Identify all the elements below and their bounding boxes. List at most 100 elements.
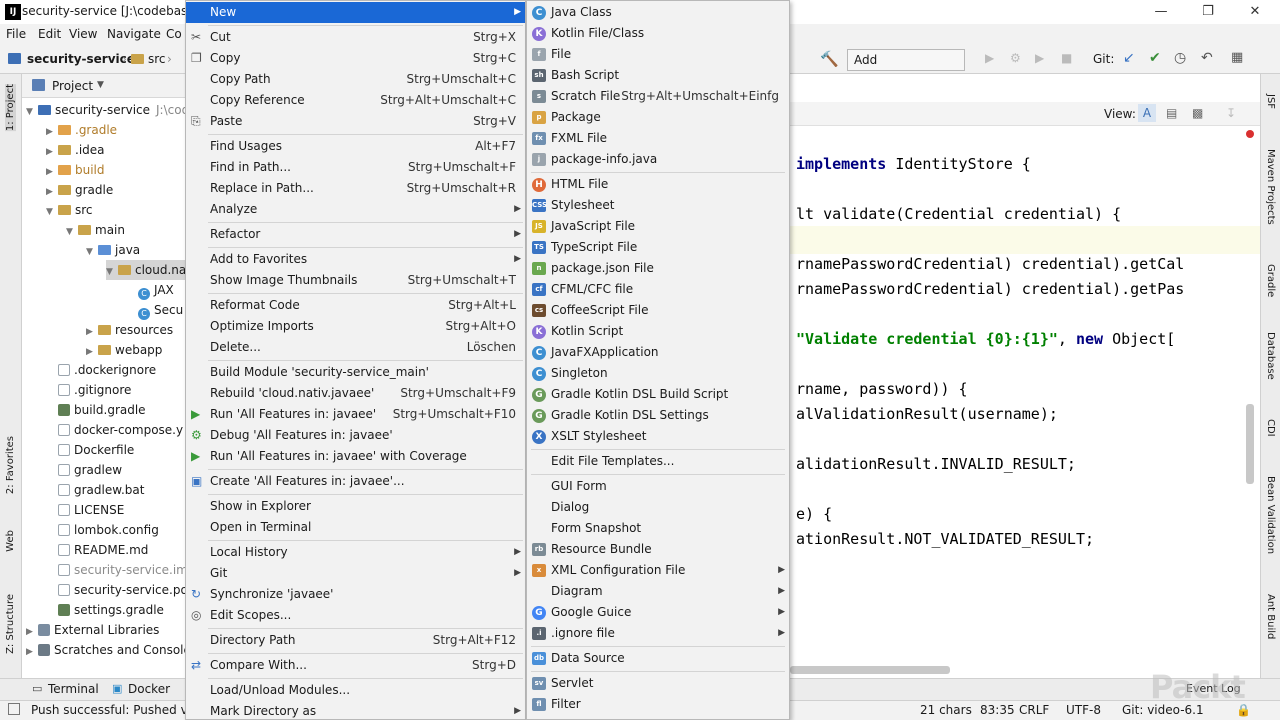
context-menu-item-build-module-security-service-main[interactable]: Build Module 'security-service_main' bbox=[186, 362, 525, 383]
context-menu-item-run-all-features-in-javaee[interactable]: ▶ Run 'All Features in: javaee' Strg+Umsch… bbox=[186, 404, 525, 425]
new-menu-item-kotlin-script[interactable]: K Kotlin Script bbox=[527, 321, 789, 342]
chevron-right-icon[interactable]: ▶ bbox=[86, 342, 98, 362]
context-menu-item-show-in-explorer[interactable]: Show in Explorer bbox=[186, 496, 525, 517]
chevron-right-icon[interactable]: ▶ bbox=[26, 622, 38, 642]
menu-code[interactable]: Co bbox=[166, 27, 182, 41]
project-tree-item-main[interactable]: ▼ main bbox=[66, 220, 125, 240]
context-menu-item-open-in-terminal[interactable]: Open in Terminal bbox=[186, 517, 525, 538]
bean-validation-tool-tab[interactable]: Bean Validation bbox=[1265, 476, 1276, 554]
new-menu-item-google-guice[interactable]: G Google Guice ▶ bbox=[527, 602, 789, 623]
breadcrumb-project[interactable]: security-service bbox=[27, 52, 135, 66]
minimize-icon[interactable]: — bbox=[1146, 2, 1176, 22]
context-menu-item-reformat-code[interactable]: Reformat Code Strg+Alt+L bbox=[186, 295, 525, 316]
git-history-icon[interactable]: ◷ bbox=[1174, 50, 1186, 66]
cdi-tool-tab[interactable]: CDI bbox=[1265, 419, 1276, 437]
chevron-right-icon[interactable]: ▶ bbox=[46, 182, 58, 202]
database-tool-tab[interactable]: Database bbox=[1265, 332, 1276, 380]
git-update-icon[interactable]: ↙ bbox=[1123, 50, 1135, 66]
context-menu-item-cut[interactable]: ✂ Cut Strg+X bbox=[186, 27, 525, 48]
context-menu-item-directory-path[interactable]: Directory Path Strg+Alt+F12 bbox=[186, 630, 525, 651]
chevron-down-icon[interactable]: ▼ bbox=[46, 202, 58, 222]
web-tool-tab[interactable]: Web bbox=[5, 530, 16, 552]
new-menu-item-ignore-file[interactable]: .i .ignore file ▶ bbox=[527, 623, 789, 644]
new-menu-item-form-snapshot[interactable]: Form Snapshot bbox=[527, 518, 789, 539]
close-icon[interactable]: ✕ bbox=[1240, 2, 1270, 22]
file-encoding[interactable]: UTF-8 bbox=[1066, 703, 1101, 717]
project-tree-item-external-libraries[interactable]: ▶ External Libraries bbox=[26, 620, 159, 640]
new-menu-item-javascript-file[interactable]: JS JavaScript File bbox=[527, 216, 789, 237]
project-tree-item-cloud-na[interactable]: ▼ cloud.na bbox=[106, 260, 185, 280]
chevron-right-icon[interactable]: ▶ bbox=[46, 142, 58, 162]
project-structure-icon[interactable]: ▦ bbox=[1231, 50, 1243, 65]
context-menu-item-analyze[interactable]: Analyze ▶ bbox=[186, 199, 525, 220]
add-configuration-button[interactable]: Add Configuration... bbox=[847, 49, 965, 87]
context-menu-item-run-all-features-in-javaee-with-coverage[interactable]: ▶ Run 'All Features in: javaee' with Cove… bbox=[186, 446, 525, 467]
context-menu-item-copy[interactable]: ❐ Copy Strg+C bbox=[186, 48, 525, 69]
project-tree-item-gradlew-bat[interactable]: gradlew.bat bbox=[46, 480, 144, 500]
project-tree-item-scratches-and-consoles[interactable]: ▶ Scratches and Consoles bbox=[26, 640, 185, 660]
project-tree-item-security-service[interactable]: ▼ security-service J:\cod bbox=[26, 100, 185, 120]
context-menu-item-replace-in-path[interactable]: Replace in Path... Strg+Umschalt+R bbox=[186, 178, 525, 199]
jsf-tool-tab[interactable]: JSF bbox=[1265, 94, 1276, 109]
view-text-icon[interactable]: A bbox=[1138, 104, 1156, 122]
chevron-right-icon[interactable]: ▶ bbox=[46, 122, 58, 142]
code-editor[interactable]: View: A ▤ ▩ ↧ implements IdentityStore {… bbox=[790, 74, 1260, 678]
project-tree-item-security-service-iml[interactable]: security-service.iml bbox=[46, 560, 185, 580]
new-menu-item-edit-file-templates[interactable]: Edit File Templates... bbox=[527, 451, 789, 472]
view-sync-icon[interactable]: ↧ bbox=[1226, 106, 1236, 120]
debug-icon[interactable]: ⚙ bbox=[1010, 51, 1021, 65]
run-icon[interactable]: ▶ bbox=[985, 51, 994, 65]
project-tree-item-dockerignore[interactable]: .dockerignore bbox=[46, 360, 156, 380]
menu-view[interactable]: View bbox=[69, 27, 97, 41]
coverage-icon[interactable]: ▶ bbox=[1035, 51, 1044, 65]
project-tree-item-secu[interactable]: C Secu bbox=[126, 300, 183, 320]
context-menu-item-optimize-imports[interactable]: Optimize Imports Strg+Alt+O bbox=[186, 316, 525, 337]
chevron-right-icon[interactable]: ▶ bbox=[46, 162, 58, 182]
project-tree-item-java[interactable]: ▼ java bbox=[86, 240, 140, 260]
context-menu-item-add-to-favorites[interactable]: Add to Favorites ▶ bbox=[186, 249, 525, 270]
project-tree-item-security-service-pos[interactable]: security-service.pos bbox=[46, 580, 185, 600]
breadcrumb-src[interactable]: src bbox=[148, 52, 166, 66]
new-menu-item-xslt-stylesheet[interactable]: X XSLT Stylesheet bbox=[527, 426, 789, 447]
new-menu-item-java-class[interactable]: C Java Class bbox=[527, 2, 789, 23]
project-tree-item-gradle[interactable]: ▶ .gradle bbox=[46, 120, 117, 140]
maven-tool-tab[interactable]: Maven Projects bbox=[1265, 149, 1276, 225]
project-tree-item-gitignore[interactable]: .gitignore bbox=[46, 380, 131, 400]
project-tree-item-idea[interactable]: ▶ .idea bbox=[46, 140, 105, 160]
new-menu-item-typescript-file[interactable]: TS TypeScript File bbox=[527, 237, 789, 258]
context-menu-item-load-unload-modules[interactable]: Load/Unload Modules... bbox=[186, 680, 525, 701]
new-menu-item-singleton[interactable]: C Singleton bbox=[527, 363, 789, 384]
git-commit-icon[interactable]: ✔ bbox=[1149, 50, 1161, 66]
chevron-down-icon[interactable]: ▼ bbox=[106, 262, 118, 282]
error-indicator-icon[interactable] bbox=[1246, 130, 1254, 138]
new-menu-item-package-info-java[interactable]: j package-info.java bbox=[527, 149, 789, 170]
chevron-down-icon[interactable]: ▼ bbox=[26, 102, 38, 122]
chevron-right-icon[interactable]: ▶ bbox=[86, 322, 98, 342]
chevron-down-icon[interactable]: ▼ bbox=[86, 242, 98, 262]
editor-scrollbar[interactable] bbox=[1246, 404, 1254, 484]
project-tree-item-resources[interactable]: ▶ resources bbox=[86, 320, 173, 340]
context-menu-item-synchronize-javaee[interactable]: ↻ Synchronize 'javaee' bbox=[186, 584, 525, 605]
caret-position[interactable]: 83:35 bbox=[980, 703, 1015, 717]
status-message[interactable]: Push successful: Pushed vide bbox=[31, 703, 185, 717]
project-tree-item-readme-md[interactable]: README.md bbox=[46, 540, 148, 560]
context-menu-item-paste[interactable]: ⎘ Paste Strg+V bbox=[186, 111, 525, 132]
chevron-right-icon[interactable]: ▶ bbox=[26, 642, 38, 662]
project-tree-item-webapp[interactable]: ▶ webapp bbox=[86, 340, 162, 360]
new-menu-item-filter[interactable]: fl Filter bbox=[527, 694, 789, 715]
project-tree-item-build-gradle[interactable]: build.gradle bbox=[46, 400, 146, 420]
new-menu-item-gui-form[interactable]: GUI Form bbox=[527, 476, 789, 497]
favorites-tool-tab[interactable]: 2: Favorites bbox=[5, 436, 16, 494]
context-menu-item-compare-with[interactable]: ⇄ Compare With... Strg+D bbox=[186, 655, 525, 676]
new-menu-item-javafxapplication[interactable]: C JavaFXApplication bbox=[527, 342, 789, 363]
git-revert-icon[interactable]: ↶ bbox=[1201, 50, 1213, 66]
new-menu-item-file[interactable]: f File bbox=[527, 44, 789, 65]
context-menu-item-show-image-thumbnails[interactable]: Show Image Thumbnails Strg+Umschalt+T bbox=[186, 270, 525, 291]
context-menu-item-debug-all-features-in-javaee[interactable]: ⚙ Debug 'All Features in: javaee' bbox=[186, 425, 525, 446]
context-menu-item-find-in-path[interactable]: Find in Path... Strg+Umschalt+F bbox=[186, 157, 525, 178]
project-tree-item-dockerfile[interactable]: Dockerfile bbox=[46, 440, 134, 460]
new-menu-item-package-json-file[interactable]: n package.json File bbox=[527, 258, 789, 279]
status-toggle-icon[interactable] bbox=[8, 703, 20, 715]
context-menu-item-mark-directory-as[interactable]: Mark Directory as ▶ bbox=[186, 701, 525, 719]
line-separator[interactable]: CRLF bbox=[1019, 703, 1049, 717]
